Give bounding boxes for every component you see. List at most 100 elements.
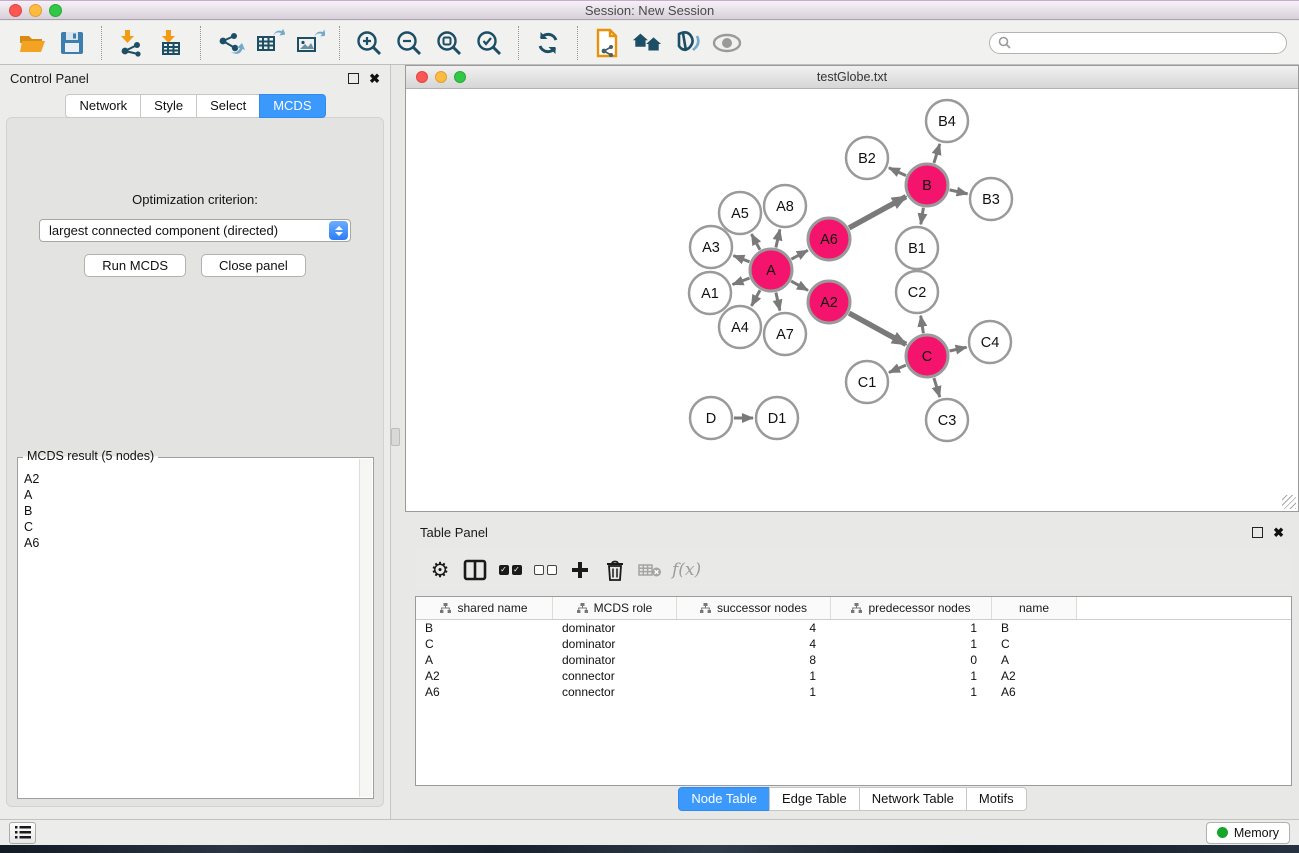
label-visibility-icon[interactable] [672, 28, 702, 58]
tab-node-table[interactable]: Node Table [678, 787, 770, 811]
graph-edge-A6-B[interactable] [849, 197, 906, 228]
tab-network[interactable]: Network [65, 94, 141, 118]
task-history-button[interactable] [9, 822, 36, 844]
add-column-icon[interactable] [567, 557, 593, 583]
import-network-icon[interactable] [116, 28, 146, 58]
eye-icon[interactable] [712, 28, 742, 58]
zoom-in-icon[interactable] [354, 28, 384, 58]
graph-node-label-C4: C4 [981, 335, 1000, 351]
mcds-result-item[interactable]: A [24, 487, 359, 503]
graph-edge-A-A7[interactable] [776, 293, 780, 311]
unselect-all-columns-icon[interactable] [532, 557, 558, 583]
table-row[interactable]: Bdominator41B [416, 620, 1291, 636]
open-session-icon[interactable] [17, 28, 47, 58]
column-header-predecessor-nodes[interactable]: predecessor nodes [831, 597, 992, 619]
network-window-titlebar[interactable]: testGlobe.txt [406, 66, 1298, 89]
graph-edge-B-B3[interactable] [950, 190, 968, 194]
list-scrollbar[interactable] [359, 459, 372, 797]
table-settings-gear-icon[interactable]: ⚙ [427, 557, 453, 583]
tab-mcds[interactable]: MCDS [259, 94, 325, 118]
close-panel-icon[interactable]: ✖ [369, 73, 380, 84]
graph-node-label-A4: A4 [731, 320, 749, 336]
graph-edge-C-C4[interactable] [950, 347, 967, 351]
close-table-panel-icon[interactable]: ✖ [1273, 527, 1284, 538]
mcds-result-list[interactable]: A2 A B C A6 [19, 459, 359, 797]
table-row[interactable]: A6connector11A6 [416, 684, 1291, 700]
tab-select[interactable]: Select [196, 94, 260, 118]
home-networks-icon[interactable] [632, 28, 662, 58]
close-panel-button[interactable]: Close panel [201, 254, 306, 277]
toolbar-separator [518, 26, 519, 60]
tab-edge-table[interactable]: Edge Table [769, 787, 860, 811]
delete-column-trash-icon[interactable] [602, 557, 628, 583]
memory-button[interactable]: Memory [1206, 822, 1290, 844]
search-input[interactable] [1016, 36, 1278, 50]
graph-edge-A-A3[interactable] [733, 256, 749, 262]
panel-splitter-handle[interactable] [391, 428, 400, 446]
refresh-icon[interactable] [533, 28, 563, 58]
show-columns-icon[interactable] [462, 557, 488, 583]
save-session-icon[interactable] [57, 28, 87, 58]
graph-edge-A-A2[interactable] [791, 281, 808, 290]
graph-edge-A2-C[interactable] [849, 313, 906, 344]
graph-node-label-A5: A5 [731, 206, 749, 222]
graph-edge-B-B1[interactable] [921, 208, 924, 225]
float-table-panel-icon[interactable] [1252, 527, 1263, 538]
search-field[interactable] [989, 32, 1287, 54]
column-header-shared-name[interactable]: shared name [416, 597, 553, 619]
column-header-successor-nodes[interactable]: successor nodes [677, 597, 831, 619]
tab-network-table[interactable]: Network Table [859, 787, 967, 811]
run-mcds-button[interactable]: Run MCDS [84, 254, 186, 277]
mcds-result-item[interactable]: A2 [24, 471, 359, 487]
node-table: shared name MCDS role successor nodes pr… [415, 596, 1292, 786]
graph-edge-A-A4[interactable] [752, 290, 761, 306]
graph-edge-C-C3[interactable] [934, 378, 940, 397]
graph-edge-B-B4[interactable] [934, 144, 940, 163]
mcds-result-item[interactable]: B [24, 503, 359, 519]
tab-style[interactable]: Style [140, 94, 197, 118]
graph-edge-C-C1[interactable] [889, 365, 906, 372]
import-table-icon[interactable] [156, 28, 186, 58]
tree-icon [577, 603, 588, 613]
status-bar: Memory [0, 819, 1299, 845]
zoom-fit-icon[interactable] [434, 28, 464, 58]
column-header-name[interactable]: name [992, 597, 1077, 619]
table-row[interactable]: Adominator80A [416, 652, 1291, 668]
zoom-selected-icon[interactable] [474, 28, 504, 58]
app-titlebar: Session: New Session [0, 0, 1299, 20]
graph-edge-A-A5[interactable] [752, 234, 761, 250]
toolbar-separator [577, 26, 578, 60]
graph-edge-C-C2[interactable] [921, 316, 924, 334]
network-canvas[interactable]: B4B2BB3B1A5A8A6A3AA1A2C2A4A7CC4C1C3DD1 [406, 89, 1298, 511]
column-header-mcds-role[interactable]: MCDS role [553, 597, 677, 619]
function-builder-icon[interactable]: f(x) [672, 557, 701, 583]
graph-node-label-B: B [922, 178, 932, 194]
float-panel-icon[interactable] [348, 73, 359, 84]
tab-motifs[interactable]: Motifs [966, 787, 1027, 811]
graph-node-label-B1: B1 [908, 241, 926, 257]
delete-table-icon[interactable] [637, 557, 663, 583]
mcds-result-item[interactable]: C [24, 519, 359, 535]
graph-edge-A-A6[interactable] [791, 250, 808, 259]
graph-edge-A-A8[interactable] [776, 229, 780, 247]
graph-node-label-B2: B2 [858, 151, 876, 167]
table-row[interactable]: A2connector11A2 [416, 668, 1291, 684]
control-panel-tabs: Network Style Select MCDS [0, 94, 390, 118]
export-image-icon[interactable] [295, 28, 325, 58]
mcds-result-item[interactable]: A6 [24, 535, 359, 551]
tree-icon [440, 603, 451, 613]
table-toolbar: ⚙ ✓✓ f(x) [415, 550, 1292, 590]
criterion-dropdown[interactable]: largest connected component (directed) [39, 219, 351, 242]
criterion-value: largest connected component (directed) [40, 223, 329, 238]
table-row[interactable]: Cdominator41C [416, 636, 1291, 652]
window-resize-grip[interactable] [1282, 495, 1296, 509]
zoom-out-icon[interactable] [394, 28, 424, 58]
graph-edge-A-A1[interactable] [733, 278, 750, 284]
export-network-icon[interactable] [215, 28, 245, 58]
table-panel-title: Table Panel [420, 525, 488, 540]
graph-node-label-A6: A6 [820, 232, 838, 248]
network-from-file-icon[interactable] [592, 28, 622, 58]
select-all-columns-icon[interactable]: ✓✓ [497, 557, 523, 583]
graph-edge-B-B2[interactable] [889, 168, 906, 176]
export-table-icon[interactable] [255, 28, 285, 58]
